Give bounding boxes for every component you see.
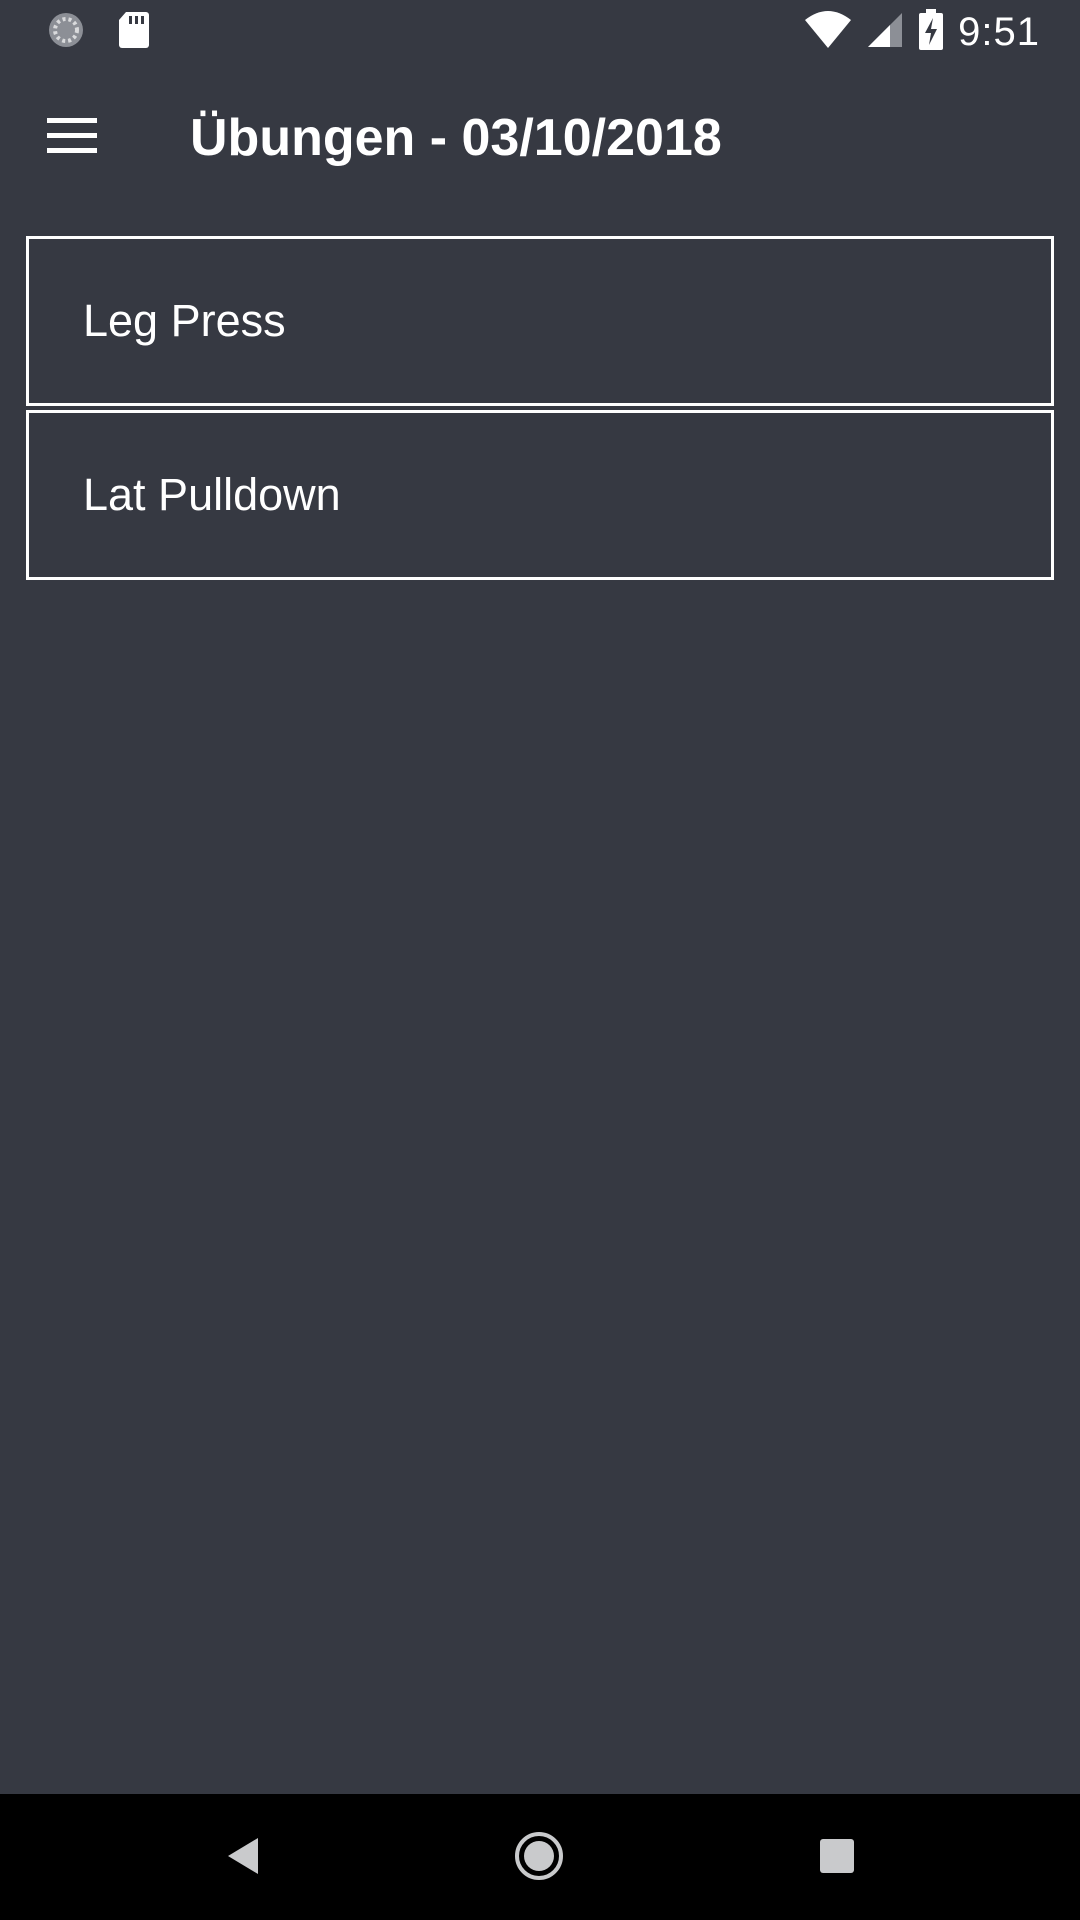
cell-signal-icon (866, 11, 904, 54)
exercise-item-lat-pulldown[interactable]: Lat Pulldown (26, 410, 1054, 580)
status-left-icons (46, 10, 150, 55)
menu-button[interactable] (32, 102, 112, 174)
app-bar: Übungen - 03/10/2018 (0, 64, 1080, 212)
status-time: 9:51 (958, 9, 1040, 54)
home-icon (513, 1830, 565, 1887)
wifi-icon (804, 10, 852, 55)
recents-button[interactable] (801, 1822, 873, 1894)
status-bar: 9:51 (0, 0, 1080, 64)
sync-icon (46, 10, 86, 55)
battery-charging-icon (918, 8, 944, 56)
app-screen: 9:51 Übungen - 03/10/2018 Leg Press Lat … (0, 0, 1080, 1920)
hamburger-menu-icon (47, 117, 97, 160)
exercise-label: Lat Pulldown (83, 469, 341, 520)
system-nav-bar (0, 1794, 1080, 1920)
exercise-list: Leg Press Lat Pulldown (26, 236, 1054, 580)
back-button[interactable] (206, 1822, 278, 1894)
exercise-label: Leg Press (83, 295, 286, 346)
sd-card-icon (118, 11, 150, 54)
status-right-icons: 9:51 (804, 8, 1040, 56)
home-button[interactable] (503, 1822, 575, 1894)
exercise-item-leg-press[interactable]: Leg Press (26, 236, 1054, 406)
back-icon (222, 1834, 262, 1883)
page-title: Übungen - 03/10/2018 (190, 109, 722, 167)
recents-icon (818, 1837, 856, 1880)
